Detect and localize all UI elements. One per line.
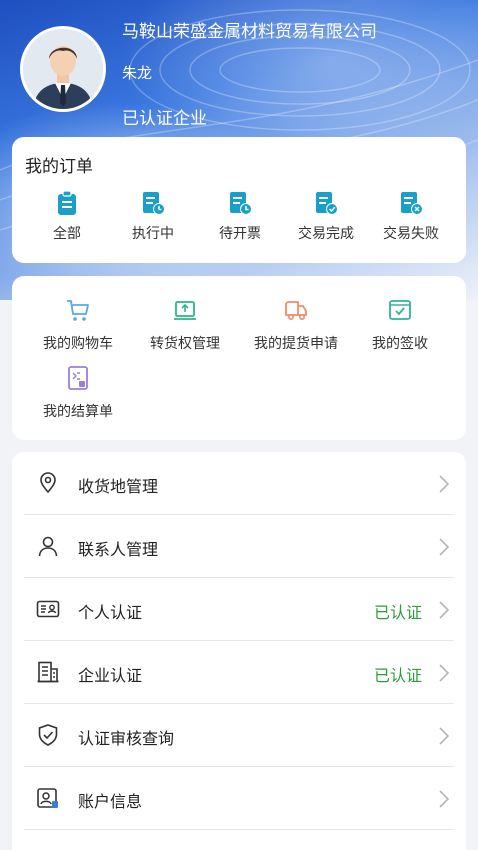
my-orders-title: 我的订单 — [25, 157, 93, 177]
id-card-icon — [36, 600, 60, 618]
person-icon — [38, 536, 58, 557]
tool-label: 我的提货申请 — [254, 336, 338, 352]
chevron-right-icon — [439, 664, 450, 682]
menu-row-label: 收货地管理 — [78, 477, 159, 496]
chevron-right-icon — [439, 475, 450, 493]
truck-icon — [285, 301, 307, 320]
account-icon — [37, 788, 58, 808]
menu-row-enterprise-verification[interactable]: 企业认证 已认证 — [24, 641, 454, 704]
menu-row-label: 认证审核查询 — [78, 729, 175, 748]
transfer-rights-button[interactable]: 转货权管理 — [135, 296, 235, 353]
menu-row-address-management[interactable]: 收货地管理 — [24, 452, 454, 515]
verification-status: 已认证企业 — [122, 109, 207, 129]
tool-label: 转货权管理 — [150, 336, 220, 352]
company-name: 马鞍山荣盛金属材料贸易有限公司 — [122, 22, 377, 42]
shield-check-icon — [38, 724, 58, 746]
chevron-right-icon — [439, 790, 450, 808]
order-tab-pending-invoice[interactable]: 待开票 — [196, 189, 284, 243]
doc-clock-icon — [143, 192, 165, 215]
tool-label: 我的签收 — [372, 336, 428, 352]
menu-row-contact-management[interactable]: 联系人管理 — [24, 515, 454, 578]
menu-row-label: 联系人管理 — [78, 540, 159, 559]
menu-row-status: 已认证 — [373, 666, 422, 685]
chevron-right-icon — [439, 538, 450, 556]
order-tab-label: 交易完成 — [298, 226, 354, 242]
avatar-person-icon — [23, 29, 103, 109]
my-cart-button[interactable]: 我的购物车 — [28, 296, 128, 353]
transfer-icon — [174, 301, 196, 320]
order-tab-label: 全部 — [53, 226, 81, 242]
settlement-button[interactable]: 我的结算单 — [28, 364, 128, 421]
menu-row-account-info[interactable]: 账户信息 — [24, 767, 454, 830]
order-tab-all[interactable]: 全部 — [23, 189, 111, 243]
cart-icon — [67, 300, 89, 321]
clipboard-icon — [58, 190, 76, 215]
my-receipt-button[interactable]: 我的签收 — [350, 296, 450, 353]
settlement-icon — [68, 366, 88, 390]
pickup-request-button[interactable]: 我的提货申请 — [243, 296, 349, 353]
doc-x-icon — [401, 192, 423, 215]
chevron-right-icon — [439, 727, 450, 745]
order-tab-completed[interactable]: 交易完成 — [282, 189, 370, 243]
tools-card: 我的购物车 转货权管理 我的提货申请 我的签收 我的结算单 — [12, 276, 466, 440]
tool-label: 我的购物车 — [43, 336, 113, 352]
user-name: 朱龙 — [122, 64, 153, 82]
doc-clock-icon — [230, 192, 252, 215]
inbox-check-icon — [389, 300, 411, 320]
menu-row-label: 账户信息 — [78, 792, 143, 811]
location-icon — [40, 472, 56, 494]
chevron-right-icon — [439, 601, 450, 619]
menu-row-label: 个人认证 — [78, 603, 143, 622]
tool-label: 我的结算单 — [43, 404, 113, 420]
order-tab-executing[interactable]: 执行中 — [109, 189, 197, 243]
my-orders-card: 我的订单 全部 执行中 待开票 交易完成 交易失败 — [12, 137, 466, 263]
menu-row-label: 企业认证 — [78, 666, 143, 685]
building-icon — [37, 661, 59, 683]
avatar[interactable] — [20, 26, 106, 112]
menu-row-status: 已认证 — [373, 603, 422, 622]
order-tab-label: 待开票 — [219, 226, 261, 242]
doc-check-icon — [316, 192, 338, 215]
order-tab-label: 执行中 — [132, 226, 174, 242]
order-tab-label: 交易失败 — [383, 226, 439, 242]
order-tab-failed[interactable]: 交易失败 — [367, 189, 455, 243]
menu-row-personal-verification[interactable]: 个人认证 已认证 — [24, 578, 454, 641]
menu-row-verification-review[interactable]: 认证审核查询 — [24, 704, 454, 767]
settings-menu-card: 收货地管理 联系人管理 个人认证 已认证 企业认证 已认证 认证审核查询 账户信… — [12, 452, 466, 850]
